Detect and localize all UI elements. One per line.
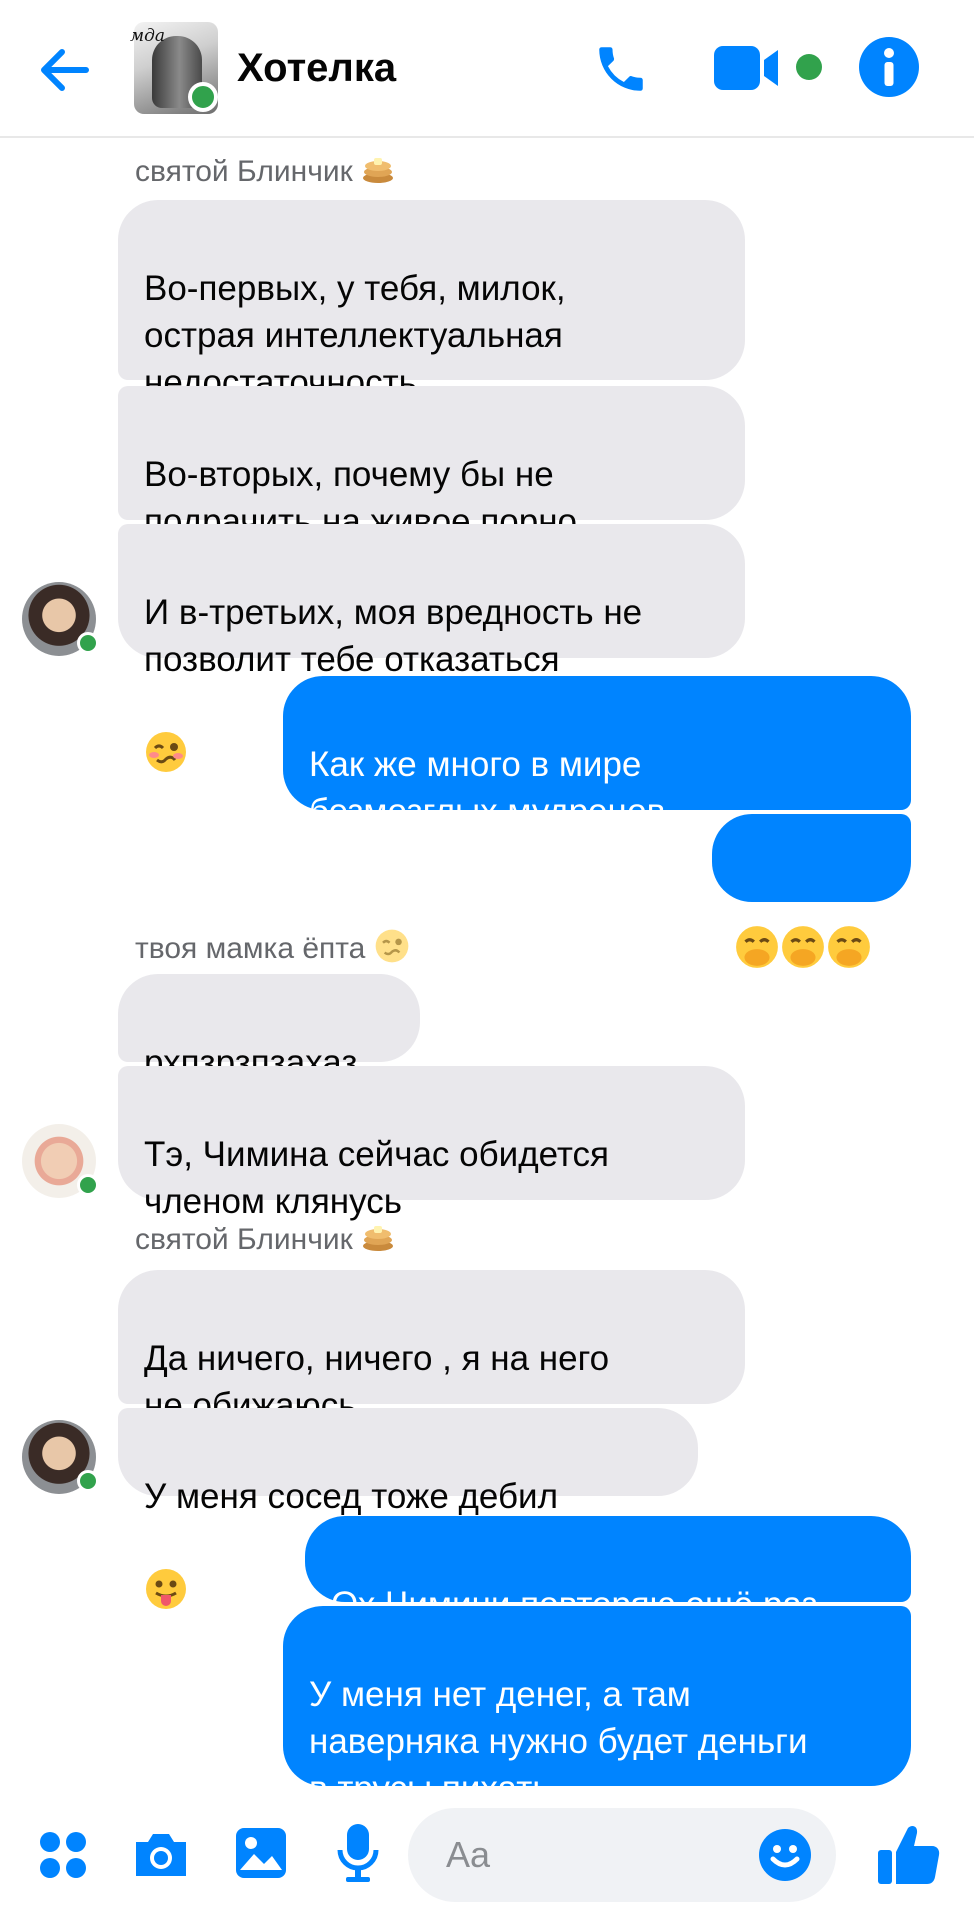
incoming-message[interactable]: Во-вторых, почему бы не подрачить на жив… (118, 386, 745, 632)
outgoing-message[interactable]: Ох Чимини повторяю ещё раз (305, 1516, 911, 1624)
pancakes-icon (361, 154, 395, 192)
sender-name: святой Блинчик (135, 154, 395, 192)
emoji-icon[interactable] (758, 1828, 812, 1882)
incoming-message[interactable]: И в-третьих, моя вредность не позволит т… (118, 524, 745, 772)
outgoing-message[interactable]: У меня нет денег, а там наверняка нужно … (283, 1606, 911, 1808)
video-icon[interactable] (714, 44, 784, 92)
message-text: Как же много в мире безмозглых мудрецов (309, 745, 666, 831)
microphone-icon[interactable] (336, 1822, 380, 1884)
message-text: И в-третьих, моя вредность не позволит т… (144, 593, 643, 679)
message-text: У меня сосед тоже дебил (144, 1477, 559, 1516)
message-composer (0, 1786, 974, 1920)
apps-icon[interactable] (38, 1830, 88, 1880)
online-indicator (77, 1174, 99, 1196)
member-avatar[interactable] (22, 1420, 99, 1494)
online-indicator (188, 82, 218, 112)
info-icon[interactable] (858, 36, 920, 98)
like-icon[interactable] (876, 1822, 942, 1886)
online-indicator (77, 632, 99, 654)
woozy-face-icon (374, 928, 410, 972)
camera-icon[interactable] (132, 1828, 190, 1880)
gallery-icon[interactable] (234, 1826, 288, 1880)
message-text: Тэ, Чимина сейчас обидется членом клянус… (144, 1135, 610, 1221)
avatar-caption: мда (130, 26, 166, 46)
woozy-face-icon (144, 683, 188, 786)
video-active-dot (796, 54, 822, 80)
incoming-message[interactable]: Во-первых, у тебя, милок, острая интелле… (118, 200, 745, 495)
tongue-face-icon (144, 1520, 188, 1623)
hand-over-mouth-icon (826, 877, 872, 982)
sender-name-text: святой Блинчик (135, 154, 353, 188)
group-avatar[interactable]: мда (130, 22, 218, 114)
back-arrow-icon[interactable] (34, 40, 94, 100)
sender-name-text: твоя мамка ёпта (135, 931, 366, 965)
sender-name: твоя мамка ёпта (135, 928, 410, 972)
phone-icon[interactable] (592, 40, 650, 98)
member-avatar[interactable] (22, 1124, 99, 1198)
incoming-message[interactable]: Тэ, Чимина сейчас обидется членом клянус… (118, 1066, 745, 1221)
incoming-message[interactable]: У меня сосед тоже дебил (118, 1408, 698, 1609)
message-text: Во-первых, у тебя, милок, острая интелле… (144, 269, 566, 402)
incoming-message[interactable]: Да ничего, ничего , я на него не обижаюс… (118, 1270, 745, 1425)
outgoing-message[interactable] (712, 814, 911, 968)
online-indicator (77, 1470, 99, 1492)
outgoing-message[interactable]: Как же много в мире безмозглых мудрецов (283, 676, 911, 831)
chat-header: мда Хотелка (0, 0, 974, 138)
sender-name-text: святой Блинчик (135, 1222, 353, 1256)
chat-title[interactable]: Хотелка (237, 46, 396, 91)
hand-over-mouth-icon (780, 877, 826, 982)
member-avatar[interactable] (22, 582, 99, 656)
pancakes-icon (361, 1222, 395, 1260)
hand-over-mouth-icon (734, 877, 780, 982)
sender-name: святой Блинчик (135, 1222, 395, 1260)
incoming-message[interactable]: рхпзрзпзахаз (118, 974, 420, 1082)
